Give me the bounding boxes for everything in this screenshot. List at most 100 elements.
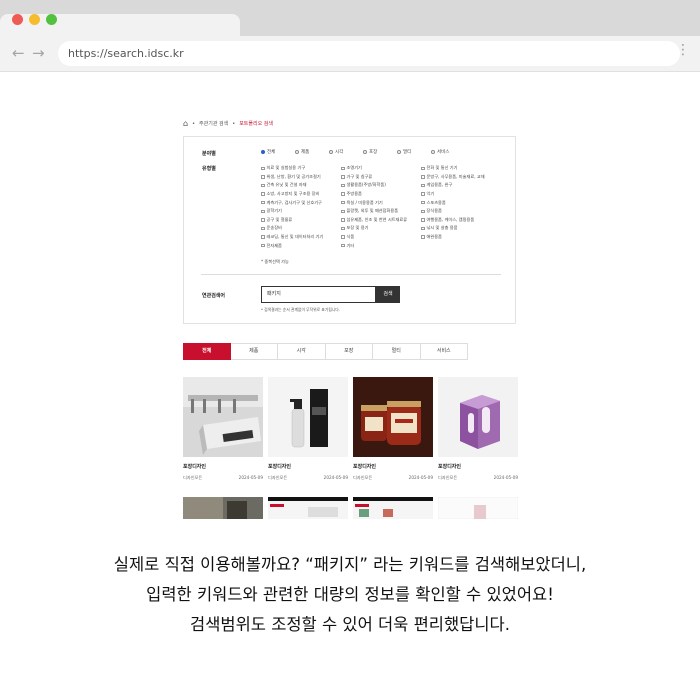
card-title[interactable]: 포장디자인 xyxy=(353,463,433,470)
checkbox-icon[interactable] xyxy=(261,175,265,179)
checkbox-icon[interactable] xyxy=(341,192,345,196)
type-checkbox-item[interactable]: 가구 및 침구류 xyxy=(341,173,421,182)
checkbox-icon[interactable] xyxy=(341,200,345,205)
keyword-search-input[interactable]: 패키지 xyxy=(261,286,376,303)
type-checkbox-item[interactable]: 낚시 및 살충 용품 xyxy=(421,224,511,233)
checkbox-icon[interactable] xyxy=(341,218,345,222)
type-checkbox-item[interactable]: 위생, 난방, 환기 및 공기조절기 xyxy=(261,173,341,182)
type-checkbox-item[interactable]: 스포츠용품 xyxy=(421,198,511,207)
card-title[interactable]: 포장디자인 xyxy=(268,463,348,470)
type-checkbox-item[interactable]: 생활용품(주방/화학품) xyxy=(341,181,421,190)
checkbox-icon[interactable] xyxy=(421,209,425,214)
maximize-window-button[interactable] xyxy=(46,14,57,25)
type-checkbox-item[interactable]: 광학기기 xyxy=(261,207,341,216)
checkbox-icon[interactable] xyxy=(341,209,345,214)
type-checkbox-item[interactable]: 욕실 / 미용용품 기기 xyxy=(341,198,421,207)
tab-visual[interactable]: 시각 xyxy=(278,343,326,360)
field-filter-label: 분야별 xyxy=(202,151,216,157)
type-checkbox-item[interactable]: 장식용품 xyxy=(421,207,511,216)
checkbox-icon[interactable] xyxy=(421,218,425,222)
type-checkbox-item[interactable]: 애완용품 xyxy=(421,233,511,242)
card-thumbnail-partial[interactable] xyxy=(353,497,433,519)
thumbnail-image xyxy=(268,497,348,519)
checkbox-icon[interactable] xyxy=(421,166,425,171)
result-card[interactable]: 포장디자인 디자인모든 2024-05-09 xyxy=(438,377,518,481)
card-thumbnail-purple-box[interactable] xyxy=(438,377,518,457)
checkbox-icon[interactable] xyxy=(421,200,425,205)
tab-package[interactable]: 포장 xyxy=(325,343,373,360)
tab-all[interactable]: 전체 xyxy=(183,343,231,360)
card-thumbnail-partial[interactable] xyxy=(268,497,348,519)
radio-multi[interactable]: 멀티 xyxy=(397,149,431,155)
checkbox-icon[interactable] xyxy=(261,226,265,231)
card-thumbnail-partial[interactable] xyxy=(183,497,263,519)
type-checkbox-item[interactable]: 포장 및 용기 xyxy=(341,224,421,233)
type-checkbox-item[interactable]: 레코딩, 통신 및 데이터처리 기기 xyxy=(261,233,341,242)
type-checkbox-item[interactable]: 섬유제품, 인조 및 천연 시트재료류 xyxy=(341,216,421,225)
card-title[interactable]: 포장디자인 xyxy=(183,463,263,470)
checkbox-icon[interactable] xyxy=(261,192,265,196)
radio-visual[interactable]: 시각 xyxy=(329,149,363,155)
checkbox-icon[interactable] xyxy=(341,166,345,171)
card-thumbnail-partial[interactable] xyxy=(438,497,518,519)
close-window-button[interactable] xyxy=(12,14,23,25)
type-checkbox-item[interactable]: 전자제품 xyxy=(261,241,341,250)
checkbox-icon[interactable] xyxy=(421,183,425,188)
type-filter-label: 유형별 xyxy=(202,166,216,172)
tab-product[interactable]: 제품 xyxy=(230,343,278,360)
type-checkbox-item[interactable]: 계측기구, 검사기구 및 신호기구 xyxy=(261,198,341,207)
breadcrumb-item[interactable]: 주관기관 검색 xyxy=(199,120,228,127)
radio-service[interactable]: 서비스 xyxy=(431,149,465,155)
checkbox-icon[interactable] xyxy=(341,175,345,179)
type-checkbox-item[interactable]: 운송장비 xyxy=(261,224,341,233)
checkbox-icon[interactable] xyxy=(261,218,265,222)
search-button[interactable]: 검색 xyxy=(376,286,400,303)
more-options-icon[interactable]: ⋮ xyxy=(676,43,690,57)
forward-arrow-icon[interactable]: → xyxy=(32,44,45,62)
tab-multi[interactable]: 멀티 xyxy=(373,343,421,360)
checkbox-icon[interactable] xyxy=(261,243,265,248)
card-thumbnail-jars[interactable] xyxy=(353,377,433,457)
type-checkbox-item[interactable]: 건축 유닛 및 건설 자재 xyxy=(261,181,341,190)
type-checkbox-item[interactable]: 문방구, 사무용품, 미술재료, 교재 xyxy=(421,173,511,182)
type-checkbox-item[interactable]: 식품 xyxy=(341,233,421,242)
type-checkbox-item[interactable]: 여행용품, 케이스, 캠핑용품 xyxy=(421,216,511,225)
type-checkbox-item[interactable]: 주방용품 xyxy=(341,190,421,199)
type-checkbox-item[interactable]: 공구 및 철물류 xyxy=(261,216,341,225)
home-icon[interactable]: ⌂ xyxy=(183,119,188,128)
checkbox-icon[interactable] xyxy=(261,209,265,214)
radio-all[interactable]: 전체 xyxy=(261,149,295,155)
checkbox-icon[interactable] xyxy=(261,183,265,188)
checkbox-icon[interactable] xyxy=(341,183,345,188)
radio-package[interactable]: 포장 xyxy=(363,149,397,155)
checkbox-icon[interactable] xyxy=(261,235,265,239)
result-card[interactable]: 포장디자인 디자인모든 2024-05-09 xyxy=(268,377,348,481)
checkbox-icon[interactable] xyxy=(341,235,345,239)
type-checkbox-item[interactable]: 게임용품, 완구 xyxy=(421,181,511,190)
card-thumbnail-conference-package[interactable] xyxy=(183,377,263,457)
result-card[interactable]: 포장디자인 디자인모든 2024-05-09 xyxy=(353,377,433,481)
checkbox-icon[interactable] xyxy=(421,226,425,231)
type-checkbox-item[interactable]: 기타 xyxy=(341,241,421,250)
type-checkbox-item[interactable]: 전화 및 통신 기기 xyxy=(421,164,511,173)
card-title[interactable]: 포장디자인 xyxy=(438,463,518,470)
type-checkbox-item[interactable]: 소방, 사고방지 및 구조용 장비 xyxy=(261,190,341,199)
checkbox-icon[interactable] xyxy=(421,235,425,239)
type-checkbox-item[interactable]: 플랑켓, 외투 및 패션잡화용품 xyxy=(341,207,421,216)
back-arrow-icon[interactable]: ← xyxy=(12,44,25,62)
radio-product[interactable]: 제품 xyxy=(295,149,329,155)
checkbox-icon[interactable] xyxy=(421,192,425,196)
checkbox-icon[interactable] xyxy=(341,226,345,231)
tab-service[interactable]: 서비스 xyxy=(420,343,468,360)
checkbox-icon[interactable] xyxy=(261,166,265,171)
type-checkbox-item[interactable]: 악기 xyxy=(421,190,511,199)
checkbox-icon[interactable] xyxy=(261,200,265,205)
checkbox-icon[interactable] xyxy=(421,175,425,179)
minimize-window-button[interactable] xyxy=(29,14,40,25)
card-thumbnail-spray-bottle[interactable] xyxy=(268,377,348,457)
type-checkbox-item[interactable]: 의료 및 실험실용 기구 xyxy=(261,164,341,173)
type-checkbox-item[interactable]: 조명기기 xyxy=(341,164,421,173)
result-card[interactable]: 포장디자인 디자인모든 2024-05-09 xyxy=(183,377,263,481)
checkbox-icon[interactable] xyxy=(341,243,345,248)
address-bar[interactable]: https://search.idsc.kr xyxy=(58,41,680,66)
